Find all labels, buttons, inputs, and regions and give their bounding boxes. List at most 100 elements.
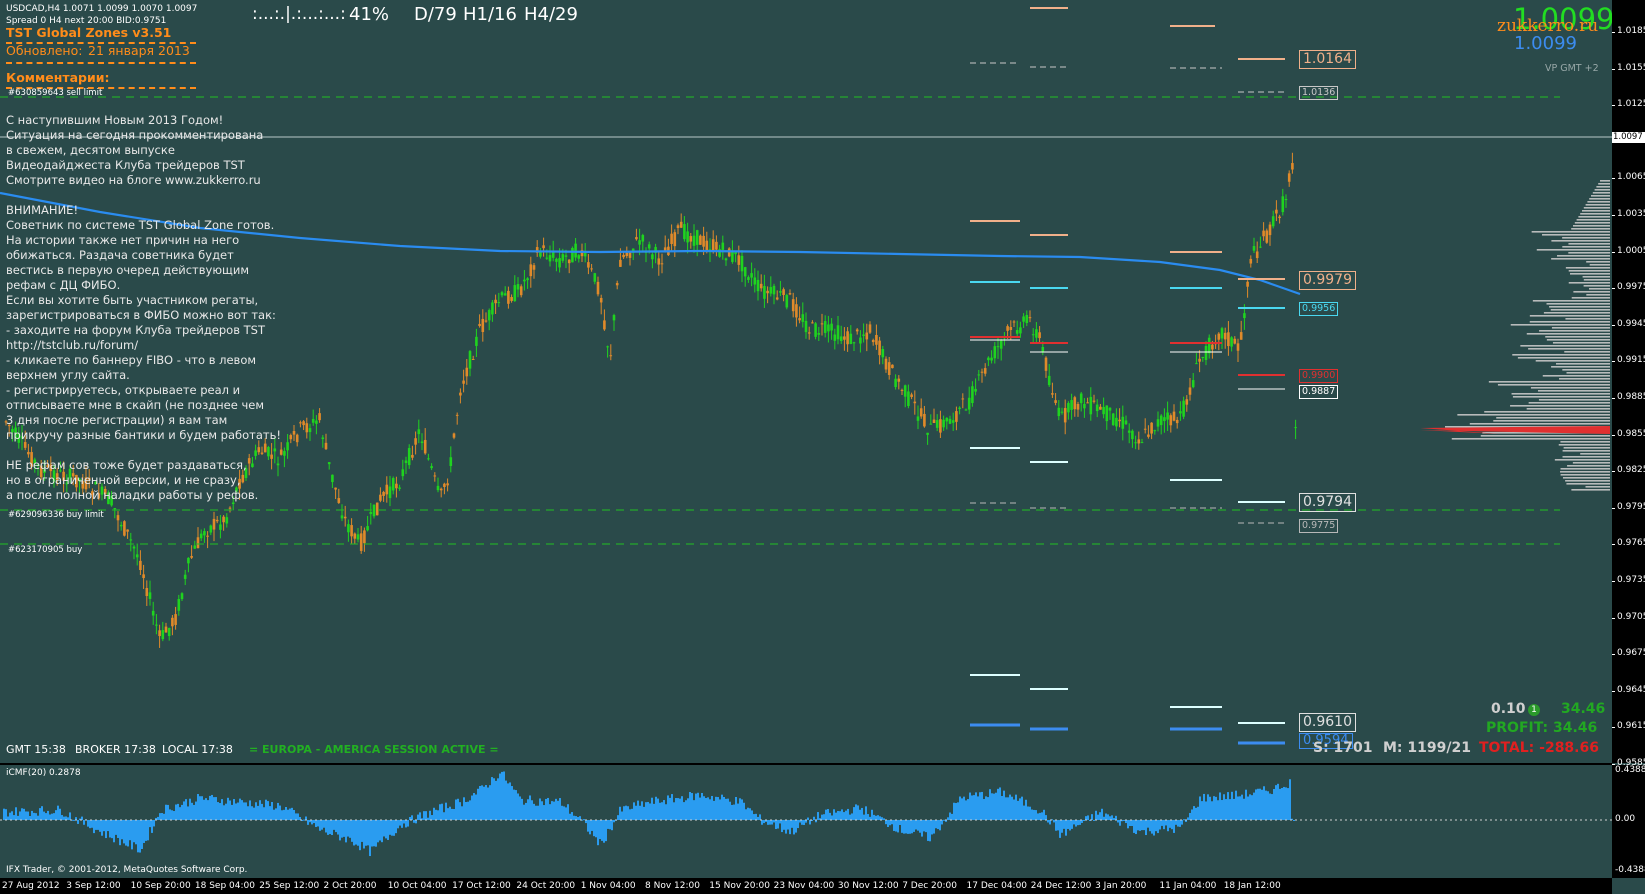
comment-line: - кликаете по баннеру FIBO - что в левом [6, 353, 257, 367]
candle-body [1182, 400, 1185, 417]
comment-line: вестись в первую очеред действующим [6, 263, 250, 277]
cmf-bar [1245, 789, 1247, 820]
candle-body [129, 539, 133, 541]
comment-line: С наступившим Новым 2013 Годом! [6, 113, 224, 127]
profile-bar [1560, 474, 1610, 476]
cmf-bar [717, 797, 719, 820]
candle-body [868, 324, 872, 333]
cmf-bar [527, 799, 529, 820]
cmf-bar [601, 820, 603, 841]
candle-body [1191, 380, 1195, 388]
candle-body [283, 451, 286, 456]
indicator-chart[interactable] [0, 765, 1612, 878]
comment-line: зарегистрироваться в ФИБО можно вот так: [6, 308, 276, 322]
comment-line: отписываете мне в скайп (не позднее чем [6, 398, 265, 412]
candle-body [142, 574, 145, 579]
candle-body [1252, 246, 1256, 251]
time-axis-label: 10 Oct 04:00 [387, 881, 447, 891]
order-buy-label[interactable]: #623170905 buy [8, 545, 82, 555]
cmf-bar [341, 820, 343, 838]
candle-body [1134, 442, 1137, 444]
cmf-bar [139, 820, 141, 853]
order-sell-limit-label[interactable]: #630859643 sell limit [8, 88, 102, 98]
profile-bar [1596, 186, 1610, 188]
cmf-bar [289, 808, 291, 820]
price-axis-tick [1612, 434, 1615, 436]
price-axis-label: 0.9795 [1617, 501, 1645, 512]
zone-label: 1.0136 [1299, 86, 1339, 100]
candle-body [1044, 357, 1048, 371]
cmf-bar [1163, 820, 1165, 830]
cmf-bar [637, 800, 639, 820]
cmf-bar [13, 815, 15, 820]
candle-body [641, 235, 645, 242]
candle-body [337, 498, 341, 503]
candle-body [206, 535, 209, 537]
progress-percent: 41% [349, 4, 390, 25]
cmf-bar [183, 801, 185, 820]
price-chart[interactable] [0, 0, 1612, 763]
candle-body [907, 391, 910, 407]
candle-body [171, 617, 174, 627]
order-buy-limit-label[interactable]: #629096336 buy limit [8, 510, 104, 520]
cmf-bar [427, 817, 429, 820]
cmf-bar [609, 820, 611, 830]
cmf-bar [191, 802, 193, 820]
time-axis[interactable]: 27 Aug 2012 3 Sep 12:00 10 Sep 20:00 18 Sep… [0, 880, 1612, 894]
cmf-bar [1035, 810, 1037, 820]
cmf-bar [513, 789, 515, 820]
candle-body [625, 252, 629, 257]
cmf-bar [145, 820, 147, 841]
cmf-bar [1167, 820, 1169, 832]
profile-bar [1555, 363, 1610, 365]
price-axis[interactable]: 1.01851.01551.01251.00951.00651.00351.00… [1612, 0, 1645, 768]
indicator-axis[interactable]: 0.4388 0.00 -0.4388 [1612, 765, 1645, 878]
candle-body [596, 281, 600, 295]
candle-body [1265, 230, 1269, 243]
cmf-bar [1251, 795, 1253, 820]
cmf-bar [233, 799, 235, 820]
cmf-bar [775, 820, 777, 830]
cmf-bar [875, 815, 877, 820]
cmf-bar [735, 796, 737, 820]
cmf-bar [533, 803, 535, 820]
cmf-bar [641, 801, 643, 820]
candle-body [721, 242, 725, 250]
cmf-bar [107, 820, 109, 832]
cmf-bar [1217, 800, 1219, 820]
cmf-bar [679, 798, 681, 820]
candle-body [459, 392, 462, 396]
cmf-bar [555, 798, 557, 820]
cmf-bar [171, 810, 173, 820]
cmf-bar [783, 820, 785, 830]
time-axis-label: 8 Nov 12:00 [645, 881, 700, 891]
candle-body [859, 337, 862, 344]
cmf-bar [1285, 787, 1287, 820]
time-axis-label: 11 Jan 04:00 [1159, 881, 1217, 891]
candle-body [481, 318, 485, 333]
zone-label: 0.9794 [1299, 493, 1356, 512]
cmf-bar [1127, 820, 1129, 829]
cmf-bar [261, 803, 263, 820]
cmf-bar [461, 806, 463, 820]
cmf-bar [1171, 820, 1173, 830]
candle-body [436, 485, 440, 491]
cmf-bar [587, 820, 589, 832]
candle-body [1041, 346, 1045, 352]
candle-body [855, 329, 859, 332]
cmf-bar [1223, 794, 1225, 820]
cmf-bar [953, 802, 955, 820]
cmf-bar [519, 796, 521, 820]
candle-body [1063, 408, 1067, 423]
cmf-bar [743, 802, 745, 820]
cmf-bar [501, 771, 503, 820]
candle-body [846, 331, 849, 345]
cmf-bar [109, 820, 111, 838]
cmf-bar [937, 820, 939, 830]
cmf-bar [325, 820, 327, 833]
cmf-bar [951, 813, 953, 820]
cmf-bar [351, 820, 353, 842]
cmf-bar [83, 820, 85, 825]
candle-body [350, 525, 353, 537]
cmf-bar [959, 796, 961, 820]
